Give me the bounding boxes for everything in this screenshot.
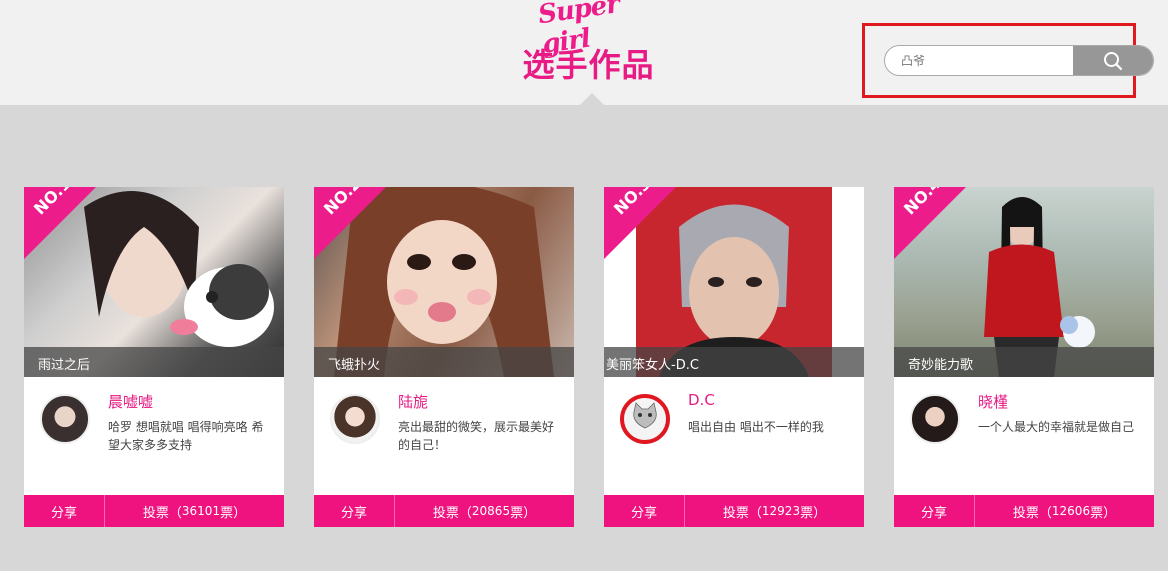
card-actions: 分享 投票（ 36101 票） bbox=[24, 495, 284, 527]
vote-button[interactable]: 投票（ 12923 票） bbox=[685, 495, 864, 527]
caption-bar: 美丽笨女人-D.C bbox=[604, 347, 864, 377]
contestant-name[interactable]: 晓槿 bbox=[978, 391, 1008, 412]
song-title: 奇妙能力歌 bbox=[908, 358, 974, 373]
vote-suffix: 票） bbox=[800, 505, 827, 521]
contestant-photo[interactable]: NO.3 美丽笨女人-D.C bbox=[604, 187, 864, 377]
contestant-photo[interactable]: NO.4 奇妙能力歌 bbox=[894, 187, 1154, 377]
vote-prefix: 投票（ bbox=[142, 505, 182, 521]
contestant-photo[interactable]: NO.2 飞蛾扑火 bbox=[314, 187, 574, 377]
vote-count: 12606 bbox=[1051, 504, 1091, 518]
search-box bbox=[884, 45, 1154, 76]
caption-bar: 飞蛾扑火 bbox=[314, 347, 574, 377]
vote-suffix: 票） bbox=[1090, 505, 1117, 521]
contestant-description: 亮出最甜的微笑，展示最美好的自己！ bbox=[398, 420, 555, 452]
contestant-description: 唱出自由 唱出不一样的我 bbox=[688, 420, 824, 434]
vote-count: 36101 bbox=[181, 504, 221, 518]
vote-suffix: 票） bbox=[220, 505, 247, 521]
search-button[interactable] bbox=[1073, 46, 1153, 75]
contestant-card: NO.3 美丽笨女人-D.C D.C 唱出自由 唱出不一样的我 分享 投票（ 1… bbox=[604, 187, 864, 527]
share-button[interactable]: 分享 bbox=[24, 495, 105, 527]
contestant-name[interactable]: 陆旎 bbox=[398, 391, 428, 412]
caption-bar: 奇妙能力歌 bbox=[894, 347, 1154, 377]
song-title: 雨过之后 bbox=[38, 358, 91, 373]
song-title: 飞蛾扑火 bbox=[328, 358, 381, 373]
header-pointer bbox=[580, 93, 604, 105]
contestant-name[interactable]: 晨嘘嘘 bbox=[108, 391, 153, 412]
vote-button[interactable]: 投票（ 12606 票） bbox=[975, 495, 1154, 527]
contestant-description: 哈罗 想唱就唱 唱得响亮咯 希望大家多多支持 bbox=[108, 420, 264, 452]
avatar[interactable] bbox=[910, 394, 960, 444]
contestant-card: NO.1 雨过之后 晨嘘嘘 哈罗 想唱就唱 唱得响亮咯 希望大家多多支持 分享 … bbox=[24, 187, 284, 527]
avatar[interactable] bbox=[330, 394, 380, 444]
card-actions: 分享 投票（ 12606 票） bbox=[894, 495, 1154, 527]
avatar[interactable] bbox=[620, 394, 670, 444]
share-button[interactable]: 分享 bbox=[894, 495, 975, 527]
avatar[interactable] bbox=[40, 394, 90, 444]
contestant-description: 一个人最大的幸福就是做自己 bbox=[978, 420, 1135, 434]
super-girl-logo: Super girl bbox=[536, 0, 630, 60]
vote-count: 12923 bbox=[761, 504, 801, 518]
caption-bar: 雨过之后 bbox=[24, 347, 284, 377]
song-title: 美丽笨女人-D.C bbox=[606, 358, 699, 373]
share-button[interactable]: 分享 bbox=[314, 495, 395, 527]
card-actions: 分享 投票（ 12923 票） bbox=[604, 495, 864, 527]
vote-button[interactable]: 投票（ 20865 票） bbox=[395, 495, 574, 527]
contestant-card: NO.4 奇妙能力歌 晓槿 一个人最大的幸福就是做自己 分享 投票（ 12606… bbox=[894, 187, 1154, 527]
search-icon bbox=[1104, 51, 1123, 70]
vote-prefix: 投票（ bbox=[1012, 505, 1052, 521]
contestant-card: NO.2 飞蛾扑火 陆旎 亮出最甜的微笑，展示最美好的自己！ 分享 投票（ 20… bbox=[314, 187, 574, 527]
vote-suffix: 票） bbox=[510, 505, 537, 521]
search-input[interactable] bbox=[885, 46, 1075, 75]
vote-prefix: 投票（ bbox=[722, 505, 762, 521]
vote-prefix: 投票（ bbox=[432, 505, 472, 521]
contestant-photo[interactable]: NO.1 雨过之后 bbox=[24, 187, 284, 377]
cat-icon bbox=[633, 402, 657, 429]
contestant-name[interactable]: D.C bbox=[688, 391, 715, 409]
vote-count: 20865 bbox=[471, 504, 511, 518]
vote-button[interactable]: 投票（ 36101 票） bbox=[105, 495, 284, 527]
share-button[interactable]: 分享 bbox=[604, 495, 685, 527]
card-actions: 分享 投票（ 20865 票） bbox=[314, 495, 574, 527]
